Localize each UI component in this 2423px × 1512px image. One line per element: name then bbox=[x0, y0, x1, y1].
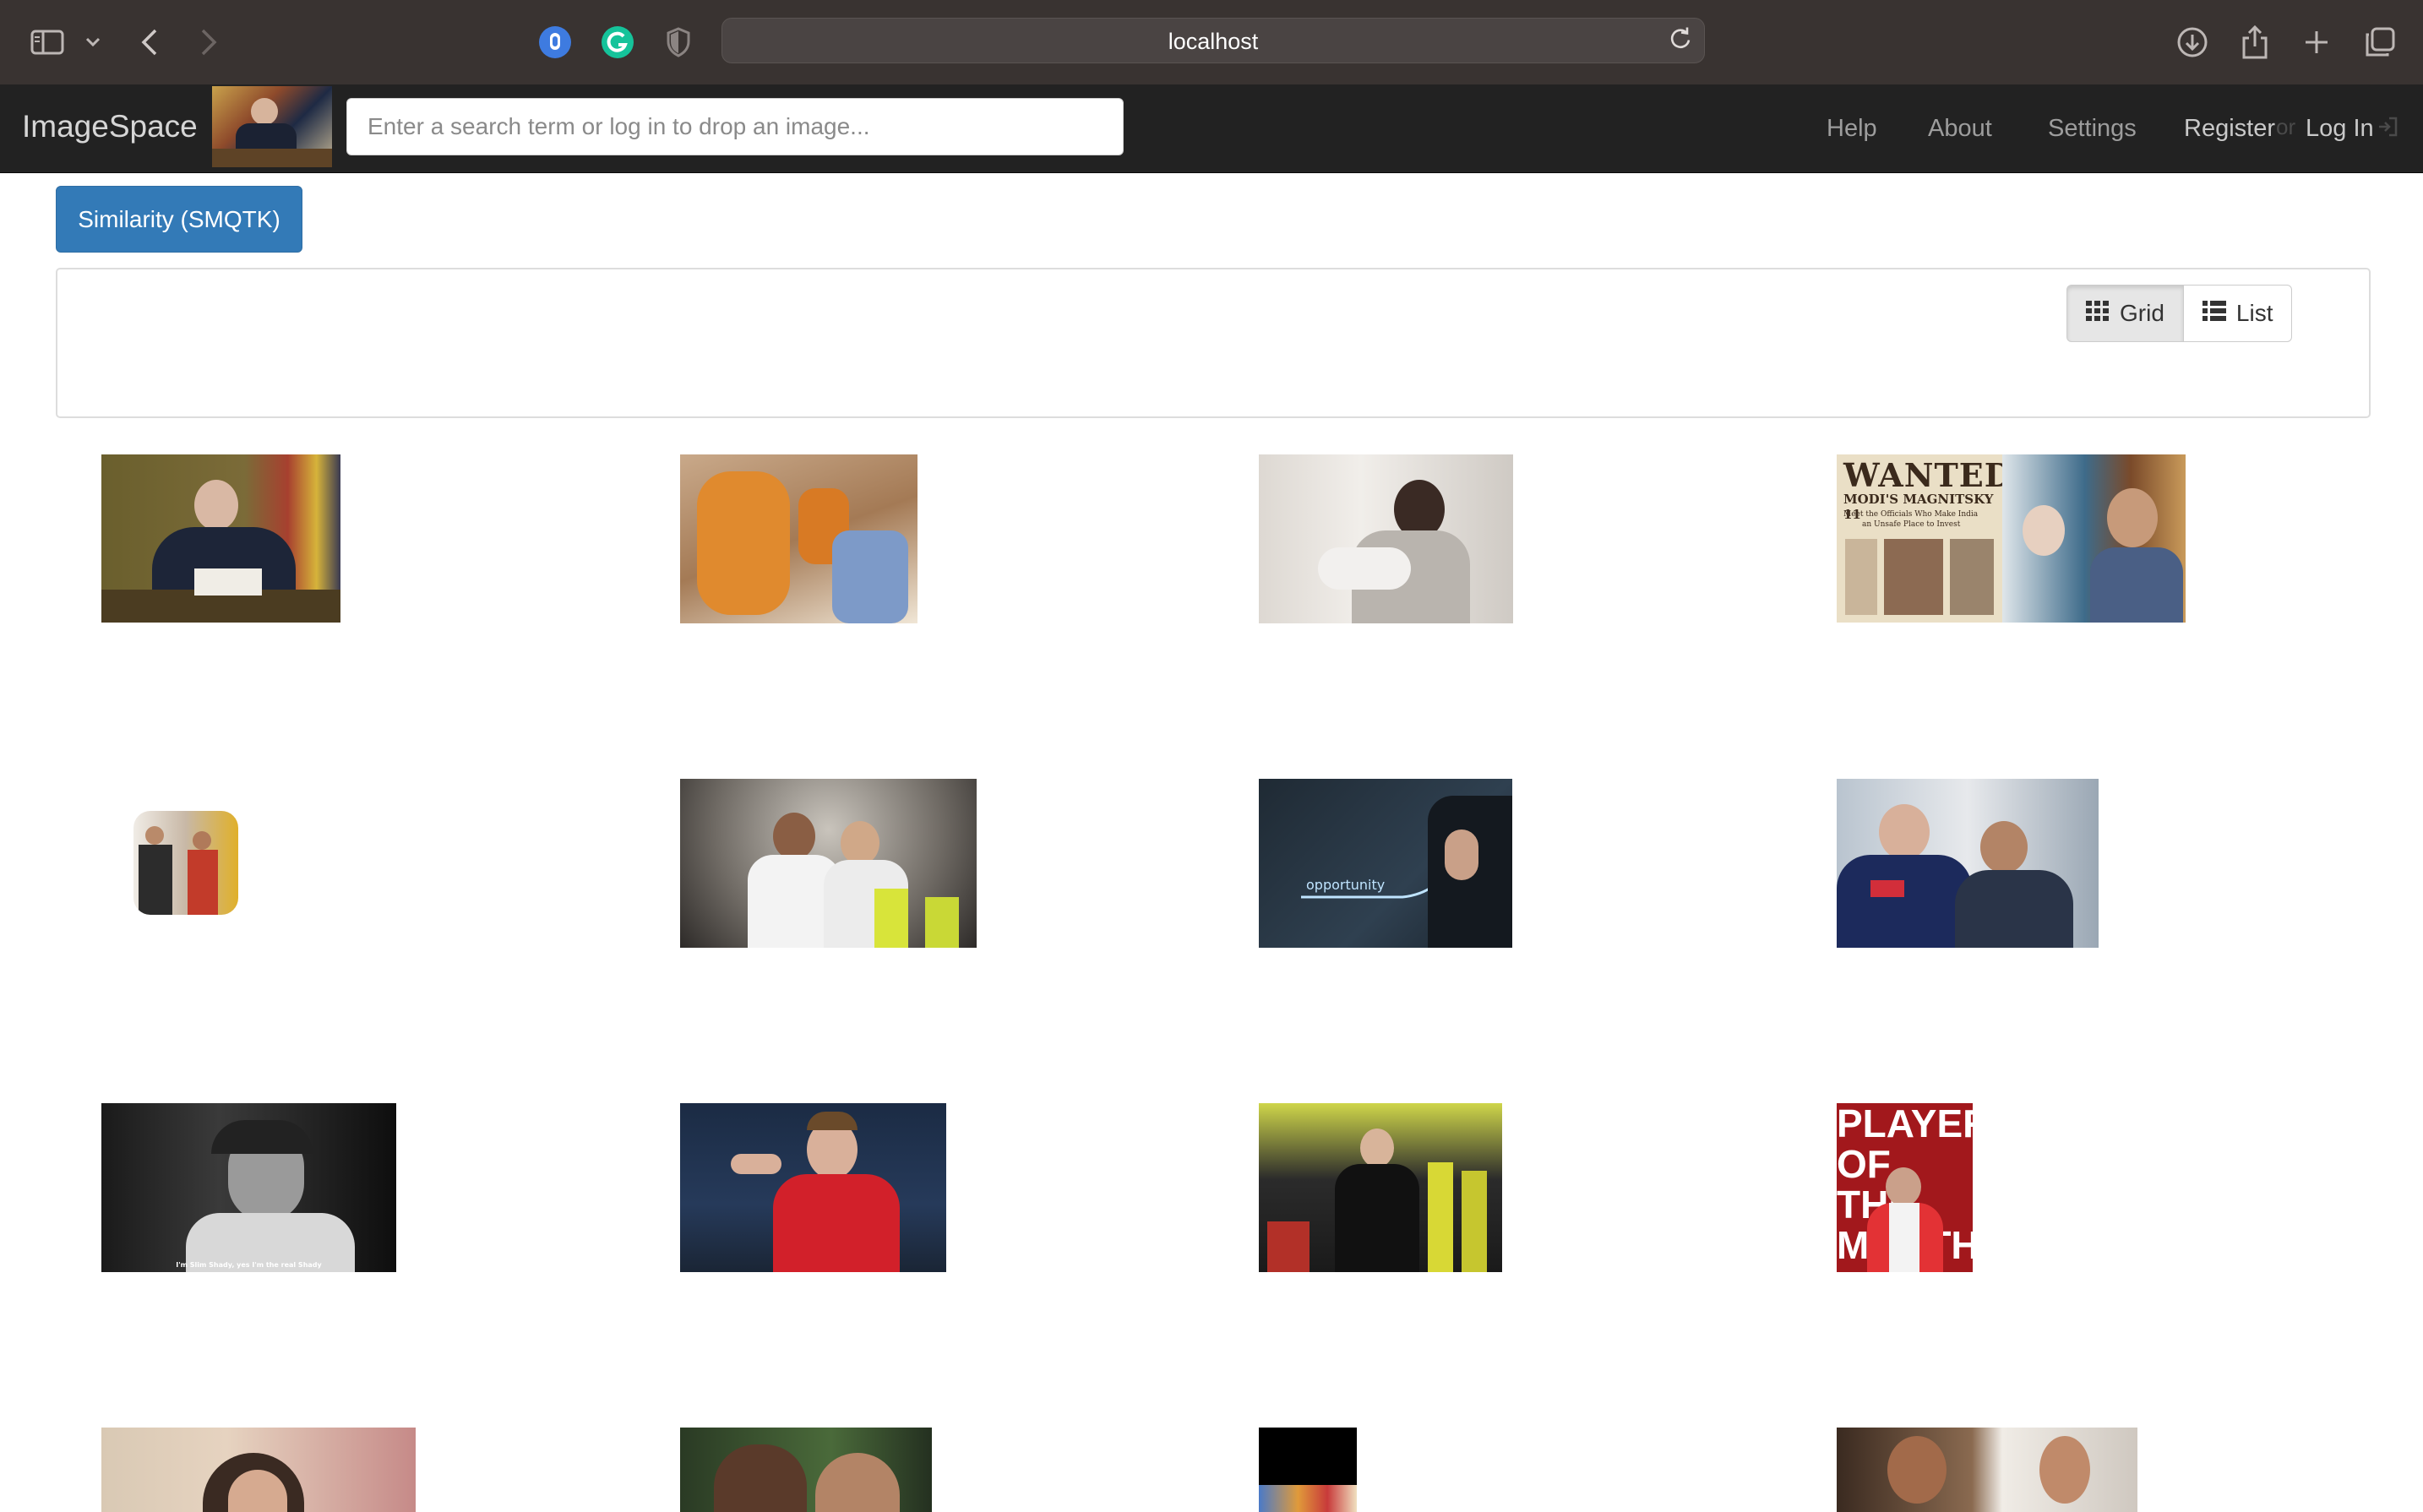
thumb-coach-stadium[interactable] bbox=[1259, 1103, 1502, 1272]
thumb-dark-small[interactable] bbox=[1259, 1428, 1357, 1512]
search-input[interactable] bbox=[346, 98, 1124, 155]
thumb-opportunity-chart[interactable]: opportunity bbox=[1259, 779, 1512, 948]
login-icon[interactable] bbox=[2377, 84, 2399, 172]
nav-help-link[interactable]: Help bbox=[1827, 84, 1877, 172]
list-icon bbox=[2202, 300, 2226, 327]
list-view-button[interactable]: List bbox=[2183, 285, 2293, 342]
thumb-bw-portrait[interactable]: I'm Slim Shady, yes I'm the real Shady bbox=[101, 1103, 396, 1272]
tabs-overview-icon[interactable] bbox=[2364, 26, 2396, 58]
back-icon[interactable] bbox=[140, 28, 159, 57]
share-icon[interactable] bbox=[2241, 24, 2269, 60]
view-toggle: Grid List bbox=[2066, 285, 2293, 342]
wanted-poster-line4: an Unsafe Place to Invest bbox=[1862, 520, 1961, 529]
app-navbar: ImageSpace Help About Settings Register … bbox=[0, 84, 2423, 173]
thumb-wanted-poster-collage[interactable]: WANTED MODI'S MAGNITSKY 11 Meet the Offi… bbox=[1837, 454, 2186, 623]
wanted-poster-title: WANTED bbox=[1843, 456, 2013, 494]
thumb-football-celebration[interactable] bbox=[680, 779, 977, 948]
thumb-player-of-the-month[interactable]: PLAYER OF THE MONTH bbox=[1837, 1103, 1973, 1272]
reload-icon[interactable] bbox=[1669, 27, 1692, 55]
thumb-racing-team-men[interactable] bbox=[1837, 779, 2099, 948]
results-panel bbox=[56, 268, 2371, 418]
thumb-man-at-desk[interactable] bbox=[101, 454, 340, 623]
grid-view-button[interactable]: Grid bbox=[2066, 285, 2184, 342]
thumb-two-men-small[interactable] bbox=[133, 811, 238, 915]
thumb-mother-with-baby[interactable] bbox=[1259, 454, 1513, 623]
extension-hand-icon[interactable] bbox=[537, 24, 573, 60]
nav-settings-link[interactable]: Settings bbox=[2048, 84, 2137, 172]
new-tab-icon[interactable] bbox=[2303, 29, 2330, 56]
browser-toolbar: localhost bbox=[0, 0, 2423, 85]
grammarly-icon[interactable] bbox=[600, 24, 635, 60]
thumb-footballer-red-kit[interactable] bbox=[680, 1103, 946, 1272]
address-bar[interactable]: localhost bbox=[721, 18, 1705, 63]
grid-view-label: Grid bbox=[2120, 300, 2164, 326]
list-view-label: List bbox=[2235, 300, 2273, 326]
download-icon[interactable] bbox=[2176, 26, 2208, 58]
brand-logo[interactable]: ImageSpace bbox=[22, 84, 198, 172]
bw-portrait-caption: I'm Slim Shady, yes I'm the real Shady bbox=[176, 1261, 322, 1269]
sidebar-icon[interactable] bbox=[30, 30, 64, 55]
opportunity-text: opportunity bbox=[1306, 877, 1386, 893]
nav-or-text: or bbox=[2276, 114, 2296, 139]
grid-icon bbox=[2086, 300, 2110, 327]
nav-about-link[interactable]: About bbox=[1928, 84, 1992, 172]
nav-drop-image-preview[interactable] bbox=[212, 86, 332, 167]
url-text[interactable]: localhost bbox=[722, 19, 1704, 64]
nav-register-link[interactable]: Register bbox=[2184, 84, 2275, 172]
wanted-poster-line3: Meet the Officials Who Make India bbox=[1843, 510, 1979, 519]
thumb-couple-closeup[interactable] bbox=[680, 1428, 932, 1512]
thumb-two-men-mirror[interactable] bbox=[1837, 1428, 2137, 1512]
thumb-monks-seated[interactable] bbox=[680, 454, 917, 623]
chevron-down-icon[interactable] bbox=[84, 36, 101, 48]
similarity-smqtk-button[interactable]: Similarity (SMQTK) bbox=[56, 186, 302, 253]
nav-login-link[interactable]: Log In bbox=[2306, 84, 2374, 172]
thumb-woman-portrait[interactable] bbox=[101, 1428, 416, 1512]
privacy-shield-icon[interactable] bbox=[666, 27, 691, 57]
forward-icon[interactable] bbox=[199, 28, 218, 57]
